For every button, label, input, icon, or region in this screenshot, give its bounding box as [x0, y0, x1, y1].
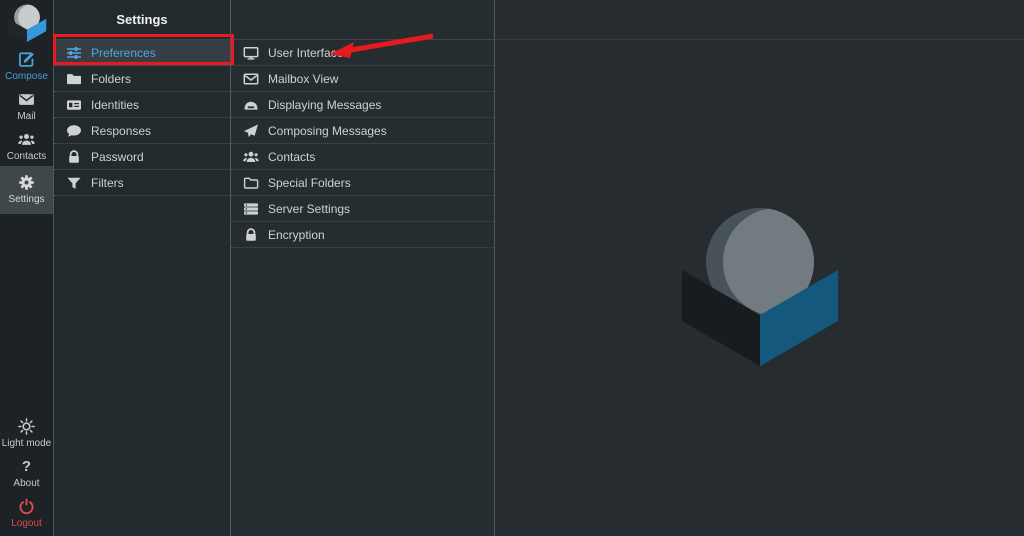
folder-icon [66, 71, 82, 87]
people-icon [243, 149, 259, 165]
section-item-user-interface[interactable]: User Interface [231, 40, 494, 66]
sections-header [231, 0, 494, 40]
section-item-label: Special Folders [268, 176, 351, 190]
id-card-icon [66, 97, 82, 113]
settings-nav-item-folders[interactable]: Folders [54, 66, 230, 92]
lock-icon [66, 149, 82, 165]
taskbar: Compose Mail C [0, 0, 54, 536]
section-item-composing-messages[interactable]: Composing Messages [231, 118, 494, 144]
section-item-label: Composing Messages [268, 124, 387, 138]
monitor-icon [243, 45, 259, 61]
sidebar-item-about[interactable]: ? About [0, 453, 53, 493]
settings-nav-item-preferences[interactable]: Preferences [54, 40, 230, 66]
folder-outline-icon [243, 175, 259, 191]
settings-nav-item-responses[interactable]: Responses [54, 118, 230, 144]
sidebar-item-label: Contacts [7, 151, 46, 162]
paper-plane-icon [243, 123, 259, 139]
content-header [495, 0, 1024, 40]
section-item-mailbox-view[interactable]: Mailbox View [231, 66, 494, 92]
funnel-icon [66, 175, 82, 191]
settings-nav-item-label: Identities [91, 98, 139, 112]
inbox-icon [243, 97, 259, 113]
sidebar-item-label: Light mode [2, 438, 51, 449]
sidebar-item-label: Mail [17, 111, 35, 122]
section-item-label: Encryption [268, 228, 325, 242]
sidebar-item-light-mode[interactable]: Light mode [0, 413, 53, 453]
settings-nav-item-label: Filters [91, 176, 124, 190]
section-item-label: Server Settings [268, 202, 350, 216]
question-icon: ? [22, 458, 31, 475]
content-area [495, 0, 1024, 536]
contacts-icon [18, 131, 35, 148]
settings-nav-item-label: Responses [91, 124, 151, 138]
power-icon [18, 498, 35, 515]
compose-icon [18, 51, 35, 68]
section-item-label: Displaying Messages [268, 98, 381, 112]
sliders-icon [66, 45, 82, 61]
sidebar-item-logout[interactable]: Logout [0, 493, 53, 533]
section-item-special-folders[interactable]: Special Folders [231, 170, 494, 196]
sidebar-item-label: Compose [5, 71, 48, 82]
section-item-contacts[interactable]: Contacts [231, 144, 494, 170]
sidebar-item-label: Settings [8, 194, 44, 205]
lock-icon [243, 227, 259, 243]
roundcube-settings-window: Compose Mail C [0, 0, 1024, 536]
settings-nav-panel: Settings Preferences [54, 0, 231, 536]
section-item-label: Contacts [268, 150, 315, 164]
section-item-encryption[interactable]: Encryption [231, 222, 494, 248]
sidebar-item-compose[interactable]: Compose [0, 46, 53, 86]
section-item-displaying-messages[interactable]: Displaying Messages [231, 92, 494, 118]
sidebar-item-settings[interactable]: Settings [0, 166, 53, 214]
sun-icon [18, 418, 35, 435]
gear-icon [18, 174, 35, 191]
speech-bubble-icon [66, 123, 82, 139]
sidebar-item-mail[interactable]: Mail [0, 86, 53, 126]
section-item-server-settings[interactable]: Server Settings [231, 196, 494, 222]
settings-nav-item-label: Password [91, 150, 144, 164]
settings-nav-item-identities[interactable]: Identities [54, 92, 230, 118]
sidebar-item-label: About [13, 478, 39, 489]
settings-nav-item-password[interactable]: Password [54, 144, 230, 170]
preferences-sections-panel: User Interface Mailbox View Displaying M… [231, 0, 495, 536]
settings-nav-item-filters[interactable]: Filters [54, 170, 230, 196]
settings-nav-item-label: Preferences [91, 46, 156, 60]
sidebar-item-label: Logout [11, 518, 42, 529]
sidebar-item-contacts[interactable]: Contacts [0, 126, 53, 166]
section-item-label: User Interface [268, 46, 343, 60]
section-item-label: Mailbox View [268, 72, 338, 86]
settings-title: Settings [54, 0, 230, 40]
envelope-icon [243, 71, 259, 87]
roundcube-logo [4, 3, 50, 43]
mail-icon [18, 91, 35, 108]
settings-nav-item-label: Folders [91, 72, 131, 86]
server-icon [243, 201, 259, 217]
roundcube-watermark-logo [680, 206, 840, 370]
